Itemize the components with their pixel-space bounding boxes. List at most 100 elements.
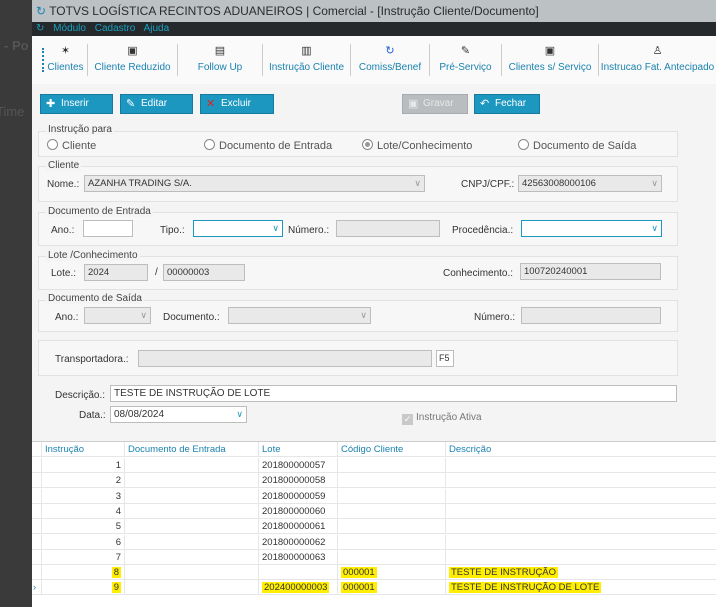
window-icon: ▣: [127, 45, 138, 57]
saida-documento-label: Documento.:: [163, 312, 220, 323]
lote-label: Lote.:: [51, 268, 77, 279]
table-cell: [446, 458, 716, 473]
table-cell: [125, 534, 259, 550]
column-header-documento-entrada[interactable]: Documento de Entrada: [125, 442, 259, 457]
menu-modulo[interactable]: Módulo: [53, 23, 86, 34]
table-row[interactable]: 4 201800000060: [32, 503, 716, 519]
f5-lookup-button[interactable]: F5: [436, 350, 454, 367]
toolbar-cliente-reduzido[interactable]: ▣ Cliente Reduzido: [88, 44, 178, 76]
app-logo-icon: ↻: [36, 23, 45, 34]
table-cell: 201800000058: [259, 473, 338, 489]
chevron-down-icon: ∨: [414, 178, 421, 188]
cnpj-label: CNPJ/CPF.:: [461, 179, 515, 190]
menu-ajuda[interactable]: Ajuda: [144, 23, 170, 34]
transportadora-label: Transportadora.:: [55, 354, 129, 365]
toolbar-comiss-benef[interactable]: ↻ Comiss/Benef: [351, 44, 430, 76]
toolbar-follow-up[interactable]: ▤ Follow Up: [178, 44, 263, 76]
lote-numero-input[interactable]: 00000003: [163, 264, 245, 281]
data-picker[interactable]: 08/08/2024 ∨: [110, 406, 247, 423]
radio-cliente[interactable]: Cliente: [47, 139, 96, 152]
table-row[interactable]: 3 201800000059: [32, 488, 716, 504]
pre-servico-icon: ✎: [460, 45, 471, 57]
table-cell: 201800000061: [259, 519, 338, 535]
column-header-descricao[interactable]: Descrição: [446, 442, 716, 457]
saida-numero-label: Número.:: [474, 312, 516, 323]
chevron-down-icon: ∨: [360, 310, 367, 320]
menu-cadastro[interactable]: Cadastro: [95, 23, 136, 34]
table-row[interactable]: 2 201800000058: [32, 473, 716, 489]
table-cell: 9: [42, 580, 125, 596]
procedencia-select[interactable]: ∨: [521, 220, 662, 237]
excluir-button[interactable]: ✕ Excluir: [200, 94, 274, 114]
saida-documento-select[interactable]: ∨: [228, 307, 371, 324]
row-indicator: [32, 534, 42, 550]
table-cell: 2: [42, 473, 125, 489]
table-cell: [125, 488, 259, 504]
gravar-button[interactable]: ▣ Gravar: [402, 94, 468, 114]
table-cell: 000001: [338, 565, 446, 581]
editar-button[interactable]: ✎ Editar: [120, 94, 193, 114]
column-header-lote[interactable]: Lote: [259, 442, 338, 457]
table-row[interactable]: 1 201800000057: [32, 458, 716, 473]
table-cell: 7: [42, 549, 125, 565]
menu-bar: ↻ Módulo Cadastro Ajuda: [32, 22, 716, 36]
table-cell: [338, 549, 446, 565]
table-cell: 5: [42, 519, 125, 535]
tipo-select[interactable]: ∨: [193, 220, 283, 237]
table-cell: 201800000057: [259, 458, 338, 473]
table-cell: 8: [42, 565, 125, 581]
saida-numero-input[interactable]: [521, 307, 661, 324]
edit-icon: ✎: [126, 98, 136, 110]
row-indicator: ›: [32, 580, 42, 596]
tipo-label: Tipo.:: [160, 225, 185, 236]
nome-select[interactable]: AZANHA TRADING S/A. ∨: [84, 175, 425, 192]
table-cell: 3: [42, 488, 125, 504]
toolbar-pre-servico[interactable]: ✎ Pré-Serviço: [430, 44, 502, 76]
fechar-button[interactable]: ↶ Fechar: [474, 94, 540, 114]
transportadora-input[interactable]: [138, 350, 432, 367]
table-row[interactable]: 8 000001 TESTE DE INSTRUÇÃO: [32, 565, 716, 581]
highlighted-value: 202400000003: [262, 582, 330, 594]
row-indicator: [32, 473, 42, 489]
row-indicator: [32, 565, 42, 581]
radio-documento-saida[interactable]: Documento de Saída: [518, 139, 636, 152]
table-cell: [125, 458, 259, 473]
table-cell: 000001: [338, 580, 446, 596]
conhecimento-input[interactable]: 100720240001: [520, 263, 661, 280]
lote-ano-input[interactable]: 2024: [84, 264, 148, 281]
table-row[interactable]: 5 201800000061: [32, 519, 716, 535]
table-cell: [125, 549, 259, 565]
ano-input[interactable]: [83, 220, 133, 237]
radio-icon: [47, 139, 58, 150]
table-cell: [446, 519, 716, 534]
toolbar-clientes-sem-servico[interactable]: ▣ Clientes s/ Serviço: [502, 44, 599, 76]
conhecimento-label: Conhecimento.:: [443, 268, 514, 279]
highlighted-value: 000001: [341, 567, 377, 579]
table-cell: 202400000003: [259, 580, 338, 596]
toolbar-clientes[interactable]: ✶ Clientes: [44, 44, 88, 76]
table-cell: [125, 519, 259, 535]
saida-ano-select[interactable]: ∨: [84, 307, 151, 324]
radio-documento-entrada[interactable]: Documento de Entrada: [204, 139, 332, 152]
column-header-codigo-cliente[interactable]: Código Cliente: [338, 442, 446, 457]
table-row[interactable]: 7 201800000063: [32, 549, 716, 565]
row-indicator: [32, 488, 42, 504]
table-row[interactable]: › 9 202400000003 000001 TESTE DE INSTRUÇÃO D…: [32, 580, 716, 596]
descricao-input[interactable]: TESTE DE INSTRUÇÃO DE LOTE: [110, 385, 677, 402]
instrucao-ativa-checkbox[interactable]: ✓ Instrução Ativa: [402, 412, 482, 425]
table-cell: [338, 519, 446, 535]
chevron-down-icon: ∨: [272, 223, 279, 233]
numero-input[interactable]: [336, 220, 440, 237]
cnpj-select[interactable]: 42563008000106 ∨: [518, 175, 662, 192]
inserir-button[interactable]: ✚ Inserir: [40, 94, 113, 114]
column-header-instrucao[interactable]: Instrução: [42, 442, 125, 457]
toolbar-instrucao-cliente[interactable]: ▥ Instrução Cliente: [263, 44, 351, 76]
chevron-down-icon: ∨: [236, 409, 243, 419]
toolbar-instrucao-fat-antecipado[interactable]: ♙ Instrucao Fat. Antecipado: [599, 44, 716, 76]
highlighted-value: TESTE DE INSTRUÇÃO: [449, 567, 559, 579]
table-cell: [259, 565, 338, 581]
table-row[interactable]: 6 201800000062: [32, 534, 716, 550]
group-title: Documento de Entrada: [46, 206, 153, 217]
background-window: - Po Time: [0, 0, 32, 607]
radio-lote-conhecimento[interactable]: Lote/Conhecimento: [362, 139, 472, 152]
